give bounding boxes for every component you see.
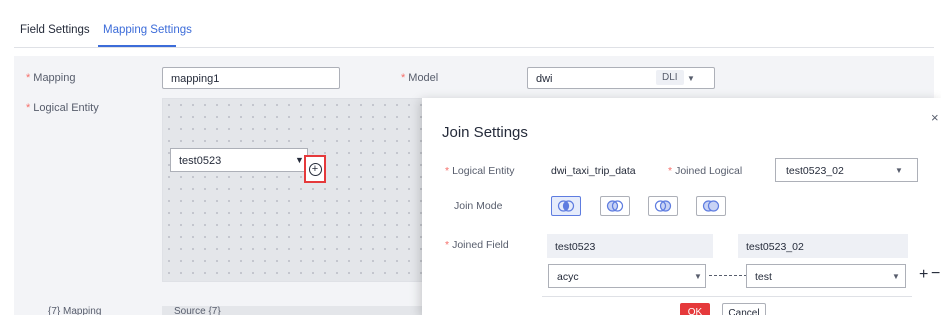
right-join-button[interactable]	[648, 196, 678, 216]
left-join-icon	[606, 200, 624, 212]
tab-bar: Field Settings Mapping Settings	[0, 0, 941, 48]
chevron-down-icon[interactable]: ▼	[687, 74, 695, 83]
chevron-down-icon[interactable]: ▼	[892, 272, 900, 281]
left-join-button[interactable]	[600, 196, 630, 216]
join-connector-line	[709, 275, 747, 276]
logical-entity-value: dwi_taxi_trip_data	[551, 165, 636, 177]
ok-button[interactable]: OK	[680, 303, 710, 315]
dialog-title: Join Settings	[442, 124, 528, 141]
cancel-button[interactable]: Cancel	[722, 303, 766, 315]
inner-join-button[interactable]	[551, 196, 581, 216]
left-table-header: test0523	[547, 234, 713, 258]
join-mode-label: Join Mode	[454, 200, 503, 212]
model-label: * Model	[401, 72, 439, 84]
joined-field-label: * Joined Field	[445, 239, 509, 251]
right-field-select[interactable]: test	[746, 264, 906, 288]
join-settings-dialog: Join Settings × * Logical Entity dwi_taxi…	[422, 98, 941, 315]
plus-circle-icon: +	[308, 162, 322, 176]
add-entity-button[interactable]: +	[304, 155, 326, 183]
close-icon[interactable]: ×	[931, 110, 939, 125]
dialog-logical-entity-label: * Logical Entity	[445, 165, 515, 177]
dialog-footer-divider	[542, 296, 912, 297]
chevron-down-icon[interactable]: ▼	[895, 166, 903, 175]
mapping-count-label: {7} Mapping	[48, 306, 102, 315]
remove-field-button[interactable]: −	[931, 265, 940, 283]
full-join-icon	[702, 200, 720, 212]
mapping-label: * Mapping	[26, 72, 76, 84]
right-join-icon	[654, 200, 672, 212]
full-join-button[interactable]	[696, 196, 726, 216]
model-type-badge: DLI	[656, 70, 684, 85]
mapping-name-input[interactable]: mapping1	[162, 67, 340, 89]
tab-field-settings[interactable]: Field Settings	[20, 24, 90, 36]
logical-entity-label: * Logical Entity	[26, 102, 99, 114]
right-table-header: test0523_02	[738, 234, 908, 258]
chevron-down-icon[interactable]: ▼	[694, 272, 702, 281]
entity-select[interactable]: test0523	[170, 148, 308, 172]
joined-logical-label: * Joined Logical	[668, 165, 743, 177]
entity-canvas[interactable]	[162, 98, 424, 282]
tab-mapping-settings[interactable]: Mapping Settings	[103, 24, 192, 36]
source-header: Source {7}	[162, 306, 424, 315]
add-field-button[interactable]: +	[919, 266, 928, 284]
inner-join-icon	[557, 200, 575, 212]
tab-divider	[14, 47, 934, 48]
left-field-select[interactable]: acyc	[548, 264, 706, 288]
chevron-down-icon[interactable]: ▼	[295, 155, 304, 165]
